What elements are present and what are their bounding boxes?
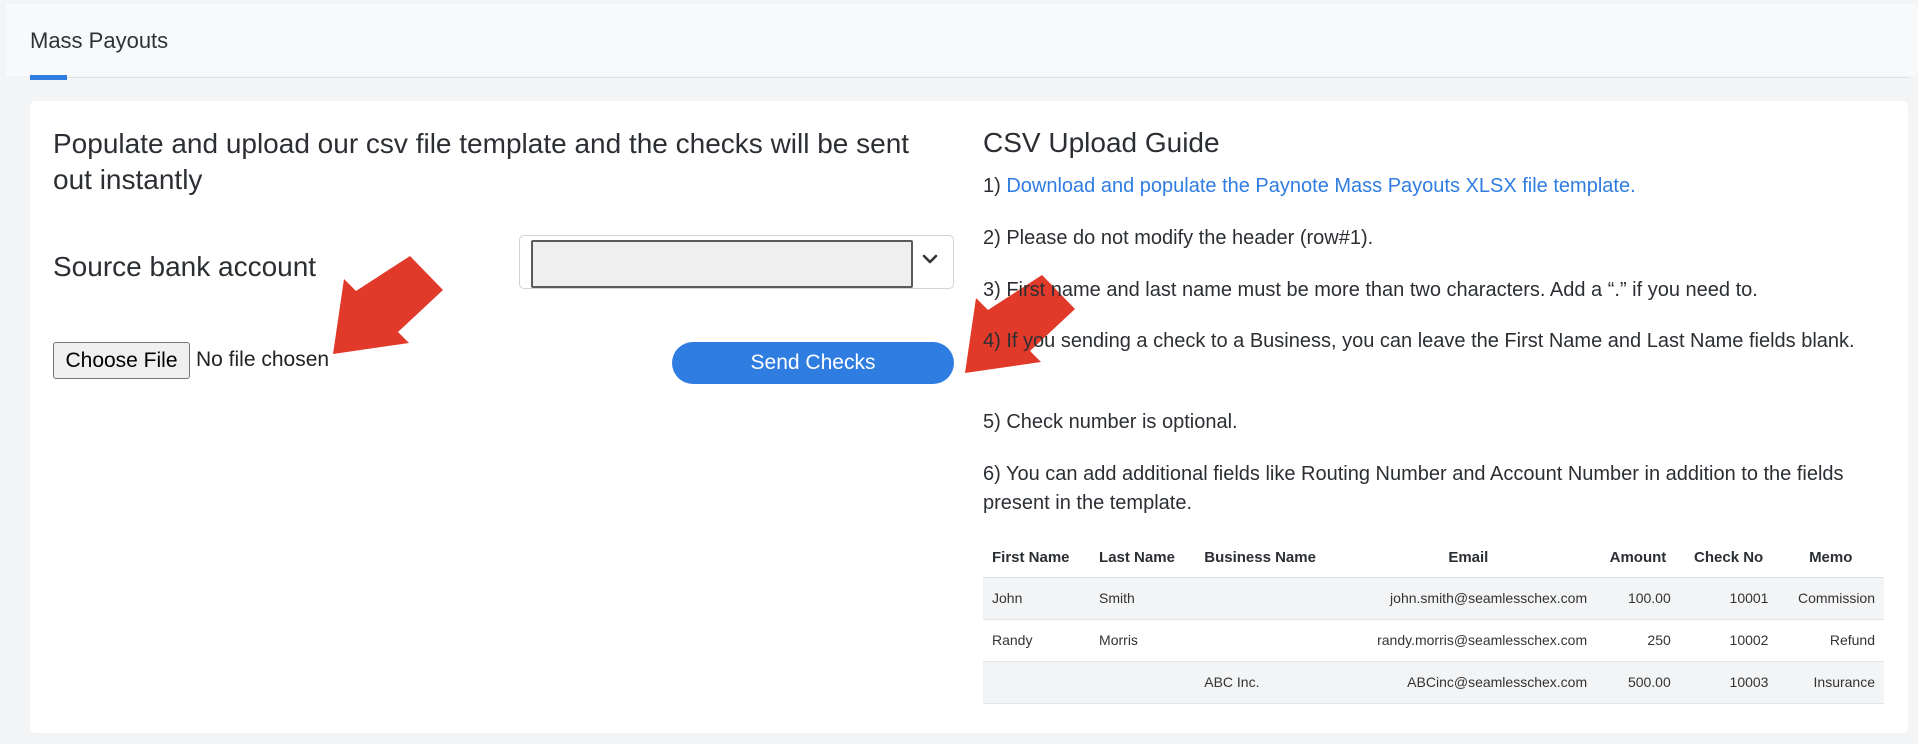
send-checks-button[interactable]: Send Checks bbox=[672, 342, 954, 384]
table-cell: Insurance bbox=[1777, 661, 1884, 704]
tab-mass-payouts[interactable]: Mass Payouts bbox=[30, 28, 168, 54]
guide-step-1-prefix: 1) bbox=[983, 175, 1007, 197]
active-tab-indicator bbox=[30, 75, 67, 80]
guide-title: CSV Upload Guide bbox=[983, 127, 1220, 158]
template-example-table: First Name Last Name Business Name Email… bbox=[983, 539, 1884, 704]
red-arrow-annotation bbox=[333, 256, 443, 354]
table-cell: randy.morris@seamlesschex.com bbox=[1340, 619, 1597, 662]
table-cell: Morris bbox=[1090, 619, 1196, 662]
column-header: Memo bbox=[1777, 539, 1884, 578]
table-cell: john.smith@seamlesschex.com bbox=[1340, 577, 1597, 620]
top-bar bbox=[6, 4, 1918, 76]
column-header: Business Name bbox=[1195, 539, 1341, 578]
table-cell: ABC Inc. bbox=[1195, 661, 1341, 704]
tab-divider bbox=[30, 77, 1910, 78]
table-cell: Refund bbox=[1777, 619, 1884, 662]
guide-step-1: 1) Download and populate the Paynote Mas… bbox=[983, 172, 1883, 201]
column-header: Check No bbox=[1679, 539, 1778, 578]
table-cell: 10001 bbox=[1679, 577, 1778, 620]
table-cell: John bbox=[983, 577, 1091, 620]
download-template-link[interactable]: Download and populate the Paynote Mass P… bbox=[1006, 175, 1635, 197]
guide-step-4: 4) If you sending a check to a Business,… bbox=[983, 330, 1855, 352]
table-cell: 10003 bbox=[1679, 661, 1778, 704]
table-cell bbox=[983, 661, 1091, 704]
table-cell: ABCinc@seamlesschex.com bbox=[1340, 661, 1597, 704]
table-cell: Commission bbox=[1777, 577, 1884, 620]
column-header: Last Name bbox=[1090, 539, 1196, 578]
source-bank-select-value bbox=[531, 240, 913, 288]
table-cell: 100.00 bbox=[1596, 577, 1680, 620]
table-row: ABC Inc. ABCinc@seamlesschex.com 500.00 … bbox=[983, 661, 1884, 704]
column-header: Email bbox=[1340, 539, 1597, 578]
table-cell: Randy bbox=[983, 619, 1091, 662]
choose-file-button[interactable]: Choose File bbox=[53, 342, 190, 379]
source-bank-label: Source bank account bbox=[53, 251, 317, 282]
table-cell bbox=[1090, 661, 1196, 704]
table-row: John Smith john.smith@seamlesschex.com 1… bbox=[983, 577, 1884, 620]
table-cell: 500.00 bbox=[1596, 661, 1680, 704]
guide-step-5: 5) Check number is optional. bbox=[983, 411, 1238, 433]
file-status-text: No file chosen bbox=[196, 348, 330, 371]
table-row: Randy Morris randy.morris@seamlesschex.c… bbox=[983, 619, 1884, 662]
table-header-row: First Name Last Name Business Name Email… bbox=[983, 539, 1884, 578]
table-cell: 250 bbox=[1596, 619, 1680, 662]
guide-step-3: 3) First name and last name must be more… bbox=[983, 279, 1758, 301]
column-header: Amount bbox=[1596, 539, 1680, 578]
table-cell: 10002 bbox=[1679, 619, 1778, 662]
guide-step-2: 2) Please do not modify the header (row#… bbox=[983, 227, 1374, 249]
table-cell: Smith bbox=[1090, 577, 1196, 620]
table-cell bbox=[1195, 577, 1341, 620]
upload-lead-text: Populate and upload our csv file templat… bbox=[53, 128, 910, 195]
guide-step-6: 6) You can add additional fields like Ro… bbox=[983, 463, 1844, 514]
chevron-down-icon bbox=[922, 254, 938, 264]
source-bank-select[interactable] bbox=[519, 235, 954, 289]
table-cell bbox=[1195, 619, 1341, 662]
column-header: First Name bbox=[983, 539, 1091, 578]
